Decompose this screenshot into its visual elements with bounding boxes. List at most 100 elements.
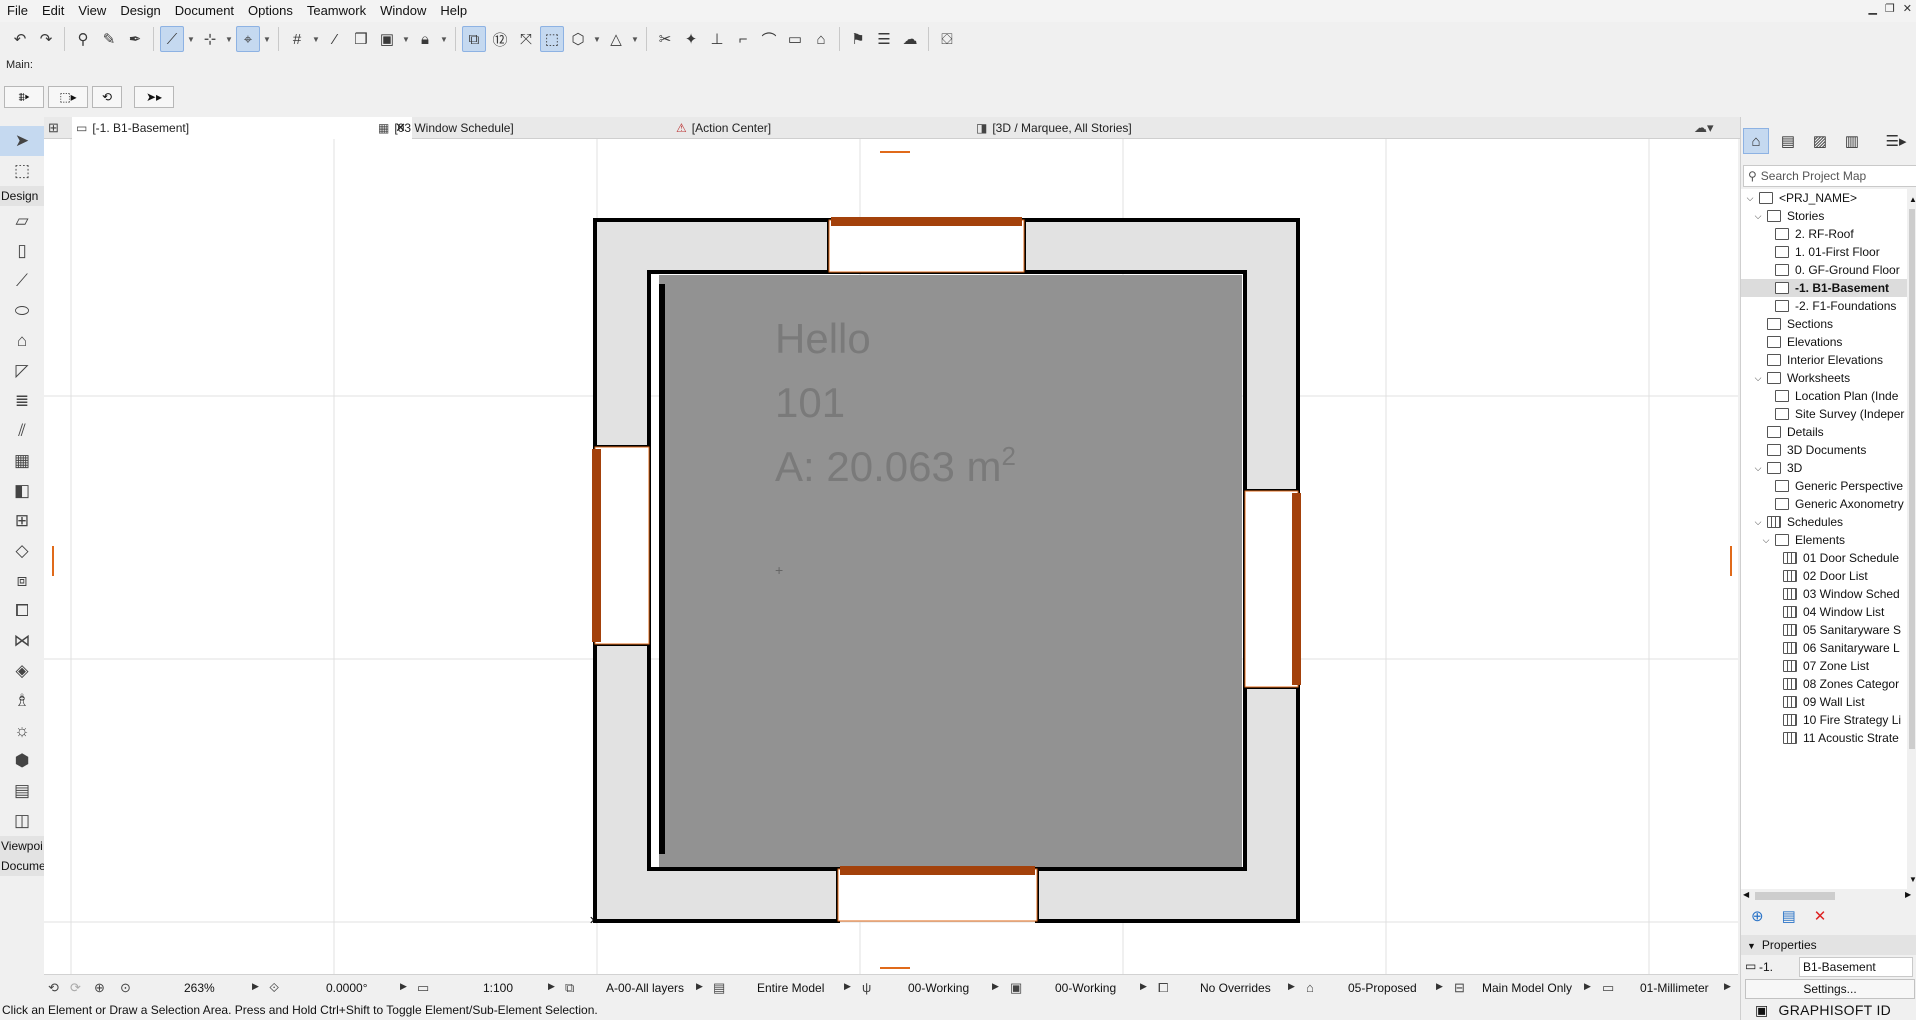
- toolbox-section-document[interactable]: Docume: [0, 856, 44, 876]
- menu-design[interactable]: Design: [113, 0, 167, 22]
- tree-item[interactable]: -1. B1-Basement: [1741, 279, 1907, 297]
- marquee-icon[interactable]: ⬚: [540, 26, 564, 52]
- scroll-left-icon[interactable]: ◀: [1743, 890, 1749, 899]
- stair-tool-icon[interactable]: ≣: [0, 386, 44, 416]
- tree-item[interactable]: 3D Documents: [1741, 441, 1907, 459]
- renovation-value[interactable]: 05-Proposed: [1348, 975, 1417, 1001]
- scroll-thumb[interactable]: [1909, 209, 1915, 749]
- dimension-icon[interactable]: ▭: [1602, 980, 1614, 996]
- model-view-value[interactable]: Entire Model: [757, 975, 824, 1001]
- menu-window[interactable]: Window: [373, 0, 433, 22]
- tree-item[interactable]: ⌵ Elements: [1741, 531, 1907, 549]
- menu-document[interactable]: Document: [168, 0, 241, 22]
- renovation-filter-icon[interactable]: ⌂: [1306, 980, 1314, 995]
- beam-tool-icon[interactable]: ⟋: [0, 266, 44, 296]
- orientation-icon[interactable]: ⟐: [269, 980, 279, 996]
- layout-book-icon[interactable]: ▨: [1807, 128, 1833, 154]
- pen-set-icon[interactable]: ψ: [862, 980, 871, 995]
- menu-view[interactable]: View: [71, 0, 113, 22]
- chevron-right-icon[interactable]: ▶: [1584, 981, 1591, 992]
- zoom-in-icon[interactable]: ⊕: [94, 980, 105, 996]
- tree-item[interactable]: Location Plan (Inde: [1741, 387, 1907, 405]
- roof-tool-icon[interactable]: ⌂: [0, 326, 44, 356]
- chevron-right-icon[interactable]: ▶: [992, 981, 999, 992]
- tree-item[interactable]: 04 Window List: [1741, 603, 1907, 621]
- tree-item[interactable]: 06 Sanitaryware L: [1741, 639, 1907, 657]
- properties-header[interactable]: ▼ Properties: [1741, 935, 1916, 955]
- tree-item[interactable]: -2. F1-Foundations: [1741, 297, 1907, 315]
- chevron-right-icon[interactable]: ▶: [1724, 981, 1731, 992]
- tab-floor-plan[interactable]: ▭ [-1. B1-Basement] ✕: [72, 117, 412, 139]
- arrow-tool-icon[interactable]: ➤: [0, 126, 44, 156]
- structure-display-icon[interactable]: ▤: [713, 980, 725, 996]
- pen-set-value[interactable]: 00-Working: [908, 975, 969, 1001]
- menu-file[interactable]: File: [0, 0, 35, 22]
- chevron-down-icon[interactable]: ⌵: [1761, 535, 1771, 546]
- tab-overview-icon[interactable]: ⊞: [48, 120, 59, 136]
- tree-item[interactable]: Generic Perspective: [1741, 477, 1907, 495]
- menu-teamwork[interactable]: Teamwork: [300, 0, 373, 22]
- renovation-icon[interactable]: △: [604, 26, 628, 52]
- navigator-menu-icon[interactable]: ☰▸: [1883, 128, 1909, 154]
- zoom-value[interactable]: 263%: [184, 975, 215, 1001]
- floor-plan-drawing[interactable]: Hello 101 A: 20.063 m2 + ✕: [44, 139, 1738, 974]
- tree-item[interactable]: ⌵ Schedules: [1741, 513, 1907, 531]
- scale-value[interactable]: 1:100: [483, 975, 513, 1001]
- chevron-down-icon[interactable]: ▼: [311, 35, 321, 44]
- tree-item[interactable]: Elevations: [1741, 333, 1907, 351]
- intersect-icon[interactable]: ⌐: [731, 26, 755, 52]
- pick-up-parameters-icon[interactable]: ✎: [97, 26, 121, 52]
- tree-item[interactable]: 2. RF-Roof: [1741, 225, 1907, 243]
- vertical-scrollbar[interactable]: ▲ ▼: [1907, 189, 1916, 889]
- minimize-icon[interactable]: ▁: [1868, 2, 1876, 15]
- chevron-right-icon[interactable]: ▶: [548, 981, 555, 992]
- magic-wand-icon[interactable]: ✦: [679, 26, 703, 52]
- corner-window-tool-icon[interactable]: ⧠: [0, 596, 44, 626]
- rotate-selection-button[interactable]: ⟲: [92, 86, 122, 108]
- layer-combination-value[interactable]: A-00-All layers: [606, 975, 684, 1001]
- grid-snap-icon[interactable]: #: [285, 26, 309, 52]
- tree-item[interactable]: 05 Sanitaryware S: [1741, 621, 1907, 639]
- shell-tool-icon[interactable]: ◸: [0, 356, 44, 386]
- tab-menu-icon[interactable]: ☁▾: [1694, 120, 1714, 136]
- adjust-icon[interactable]: ⊥: [705, 26, 729, 52]
- tree-item[interactable]: 10 Fire Strategy Li: [1741, 711, 1907, 729]
- tree-item[interactable]: Sections: [1741, 315, 1907, 333]
- settings-button[interactable]: Settings...: [1745, 979, 1915, 999]
- tree-item[interactable]: 01 Door Schedule: [1741, 549, 1907, 567]
- mesh-tool-icon[interactable]: ⋈: [0, 626, 44, 656]
- suspend-groups-icon[interactable]: ⧉: [462, 26, 486, 52]
- scroll-down-icon[interactable]: ▼: [1909, 875, 1916, 884]
- tree-item[interactable]: 07 Zone List: [1741, 657, 1907, 675]
- arrow-tool-button[interactable]: ➤▸: [134, 86, 174, 108]
- object-tool-icon[interactable]: ♗: [0, 686, 44, 716]
- 3d-cube-icon[interactable]: ⬡: [566, 26, 590, 52]
- project-map-icon[interactable]: ⌂: [1743, 128, 1769, 154]
- cloud-icon[interactable]: ☁: [898, 26, 922, 52]
- grid-tool-icon[interactable]: ▤: [0, 776, 44, 806]
- search-input[interactable]: ⚲ Search Project Map: [1743, 165, 1916, 187]
- mvo-value[interactable]: 00-Working: [1055, 975, 1116, 1001]
- publisher-sets-icon[interactable]: ▥: [1839, 128, 1865, 154]
- orientation-value[interactable]: 0.0000°: [326, 975, 368, 1001]
- tab-window-schedule[interactable]: ▦ [03 Window Schedule]: [374, 117, 674, 139]
- geometry-method-button[interactable]: ⩩▸: [4, 86, 44, 108]
- scroll-right-icon[interactable]: ▶: [1905, 890, 1911, 899]
- split-icon[interactable]: ▭: [783, 26, 807, 52]
- pen-icon[interactable]: ⁄: [323, 26, 347, 52]
- tree-item[interactable]: Generic Axonometry: [1741, 495, 1907, 513]
- tree-item[interactable]: 03 Window Sched: [1741, 585, 1907, 603]
- chevron-right-icon[interactable]: ▶: [400, 981, 407, 992]
- fillet-icon[interactable]: ⌒: [757, 26, 781, 52]
- curtain-wall-tool-icon[interactable]: ▦: [0, 446, 44, 476]
- tab-action-center[interactable]: ⚠ [Action Center]: [672, 117, 972, 139]
- selection-method-button[interactable]: ⬚▸: [48, 86, 88, 108]
- menu-edit[interactable]: Edit: [35, 0, 71, 22]
- horizontal-scrollbar[interactable]: ◀ ▶: [1741, 889, 1916, 903]
- railing-tool-icon[interactable]: ⫽: [0, 416, 44, 446]
- wall-end-tool-icon[interactable]: ⧈: [0, 566, 44, 596]
- menu-options[interactable]: Options: [241, 0, 300, 22]
- slab-tool-icon[interactable]: ⬭: [0, 296, 44, 326]
- tree-item[interactable]: ⌵ <PRJ_NAME>: [1741, 189, 1907, 207]
- dimension-value[interactable]: 01-Millimeter: [1640, 975, 1709, 1001]
